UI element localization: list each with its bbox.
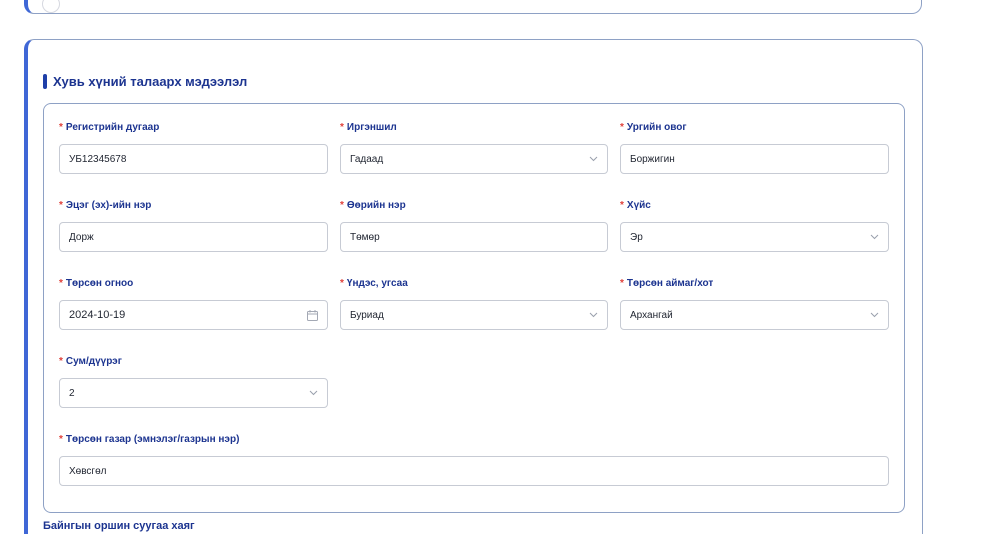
birth-place-input[interactable]: Хөвсгөл [59,456,889,486]
father-name-label-text: Эцэг (эх)-ийн нэр [65,199,152,211]
required-marker: * [620,277,624,289]
chevron-down-icon [308,388,318,398]
birth-date-value: 2024-10-19 [69,309,126,321]
required-marker: * [620,121,624,133]
radio-circle-icon[interactable] [42,0,60,13]
chevron-down-icon [869,232,879,242]
gender-value: Эр [630,231,643,243]
birth-date-picker[interactable]: 2024-10-19 [59,300,328,330]
section-title-text: Хувь хүний талаарх мэдээлэл [53,73,248,89]
given-name-label: * Өөрийн нэр [340,198,608,212]
birth-province-field: * Төрсөн аймаг/хот Архангай [620,276,889,330]
required-marker: * [340,121,344,133]
required-marker: * [59,199,63,211]
section-title: Хувь хүний талаарх мэдээлэл [43,73,247,89]
birth-place-label: * Төрсөн газар (эмнэлэг/газрын нэр) [59,432,889,446]
birth-province-label-text: Төрсөн аймаг/хот [626,277,714,289]
calendar-icon[interactable] [306,309,318,321]
citizenship-label-text: Иргэншил [346,121,397,133]
birth-date-label: * Төрсөн огноо [59,276,328,290]
citizenship-value: Гадаад [350,153,384,165]
chevron-down-icon [588,310,598,320]
district-label: * Сум/дүүрэг [59,354,328,368]
gender-label: * Хүйс [620,198,889,212]
family-name-label-text: Ургийн овог [626,121,687,133]
register-label-text: Регистрийн дугаар [65,121,160,133]
required-marker: * [59,121,63,133]
birth-province-value: Архангай [630,309,673,321]
birth-province-label: * Төрсөн аймаг/хот [620,276,889,290]
permanent-address-title: Байнгын оршин суугаа хаяг [43,520,195,532]
given-name-label-text: Өөрийн нэр [346,199,406,211]
family-name-label: * Ургийн овог [620,120,889,134]
citizenship-select[interactable]: Гадаад [340,144,608,174]
citizenship-label: * Иргэншил [340,120,608,134]
citizenship-field: * Иргэншил Гадаад [340,120,608,174]
page: Хувь хүний талаарх мэдээлэл * Регистрийн… [0,0,990,534]
ethnicity-label: * Үндэс, угсаа [340,276,608,290]
family-name-input[interactable]: Боржигин [620,144,889,174]
required-marker: * [59,433,63,445]
district-field: * Сум/дүүрэг 2 [59,354,328,408]
register-value: УБ12345678 [69,153,127,165]
father-name-field: * Эцэг (эх)-ийн нэр Дорж [59,198,328,252]
register-label: * Регистрийн дугаар [59,120,328,134]
required-marker: * [59,277,63,289]
required-marker: * [340,199,344,211]
district-select[interactable]: 2 [59,378,328,408]
birth-date-field: * Төрсөн огноо 2024-10-19 [59,276,328,330]
given-name-input[interactable]: Төмөр [340,222,608,252]
ethnicity-label-text: Үндэс, угсаа [346,277,408,289]
father-name-input[interactable]: Дорж [59,222,328,252]
register-input[interactable]: УБ12345678 [59,144,328,174]
given-name-field: * Өөрийн нэр Төмөр [340,198,608,252]
ethnicity-value: Буриад [350,309,384,321]
family-name-field: * Ургийн овог Боржигин [620,120,889,174]
ethnicity-select[interactable]: Буриад [340,300,608,330]
personal-info-card: Хувь хүний талаарх мэдээлэл * Регистрийн… [24,39,923,534]
required-marker: * [59,355,63,367]
birth-date-label-text: Төрсөн огноо [65,277,134,289]
previous-section-card [24,0,922,14]
chevron-down-icon [588,154,598,164]
district-label-text: Сум/дүүрэг [65,355,122,367]
father-name-label: * Эцэг (эх)-ийн нэр [59,198,328,212]
required-marker: * [620,199,624,211]
birth-place-value: Хөвсгөл [69,465,107,477]
register-field: * Регистрийн дугаар УБ12345678 [59,120,328,174]
given-name-value: Төмөр [350,231,380,243]
section-title-bar [43,73,47,89]
gender-field: * Хүйс Эр [620,198,889,252]
personal-info-form: * Регистрийн дугаар УБ12345678 * Иргэнши… [43,103,905,513]
birth-province-select[interactable]: Архангай [620,300,889,330]
district-value: 2 [69,387,75,399]
gender-select[interactable]: Эр [620,222,889,252]
family-name-value: Боржигин [630,153,675,165]
chevron-down-icon [869,310,879,320]
gender-label-text: Хүйс [626,199,651,211]
ethnicity-field: * Үндэс, угсаа Буриад [340,276,608,330]
father-name-value: Дорж [69,231,94,243]
required-marker: * [340,277,344,289]
birth-place-field: * Төрсөн газар (эмнэлэг/газрын нэр) Хөвс… [59,432,889,486]
birth-place-label-text: Төрсөн газар (эмнэлэг/газрын нэр) [65,433,240,445]
